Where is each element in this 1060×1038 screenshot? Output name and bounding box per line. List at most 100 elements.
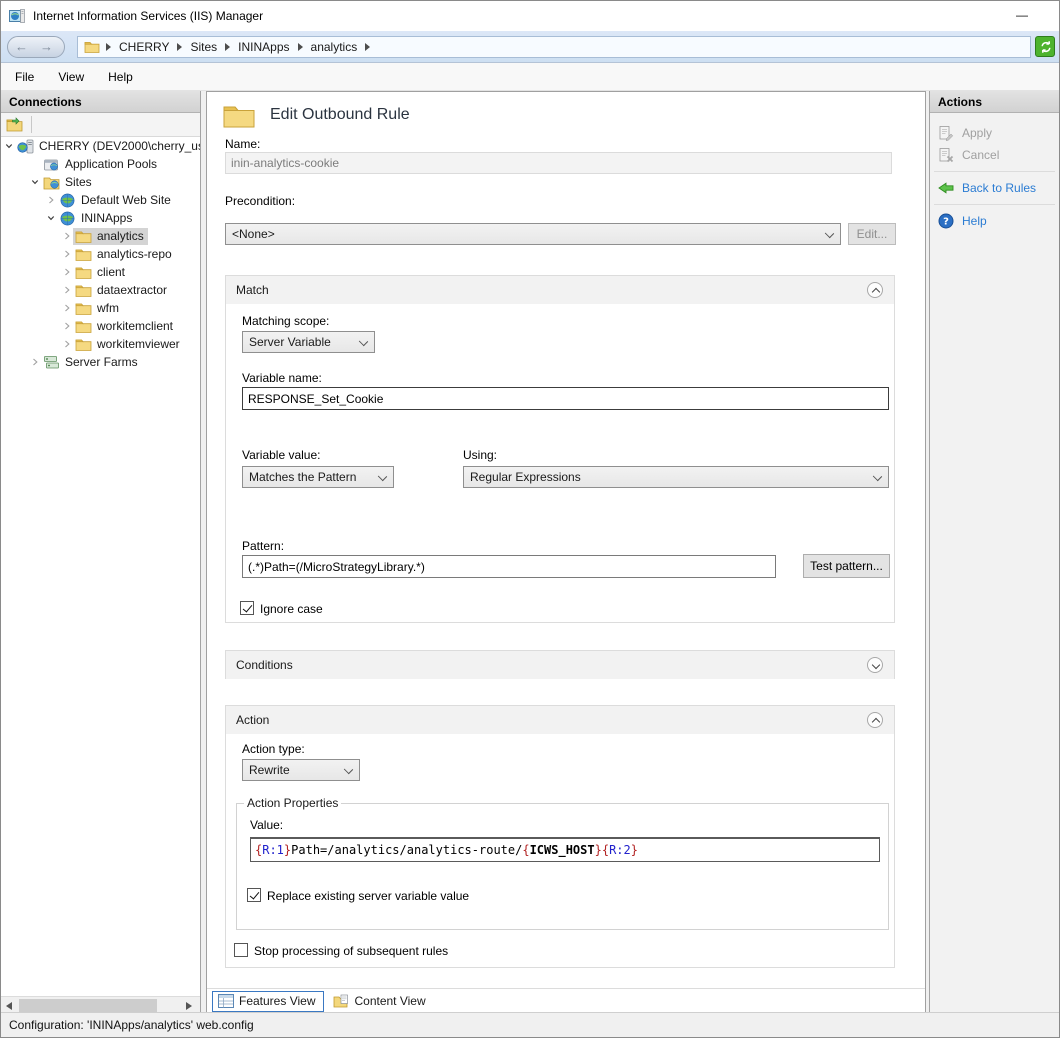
precondition-select[interactable]: <None> <box>225 223 841 245</box>
tree-item-content[interactable]: Default Web Site <box>57 192 175 209</box>
tree-collapsed-chevron-icon[interactable] <box>61 284 73 296</box>
tree-collapsed-chevron-icon[interactable] <box>61 230 73 242</box>
tree-item-content[interactable]: ININApps <box>57 210 136 227</box>
precondition-label: Precondition: <box>225 194 296 208</box>
tree-item-analytics[interactable]: analytics <box>1 227 200 245</box>
pattern-input[interactable] <box>242 555 776 578</box>
scroll-left-icon[interactable] <box>6 1002 12 1010</box>
help-icon: ? <box>938 213 954 229</box>
collapse-chevron-icon[interactable] <box>867 712 883 728</box>
tab-content-view[interactable]: Content View <box>327 991 434 1012</box>
action-label: Help <box>962 214 987 228</box>
matching-scope-select[interactable]: Server Variable <box>242 331 375 353</box>
variable-name-label: Variable name: <box>242 371 322 385</box>
tree-item-default-web-site[interactable]: Default Web Site <box>1 191 200 209</box>
menu-view[interactable]: View <box>46 63 96 91</box>
action-apply: Apply <box>930 123 1059 143</box>
breadcrumb[interactable]: CHERRY Sites ININApps analytics <box>77 36 1031 58</box>
action-type-select[interactable]: Rewrite <box>242 759 360 781</box>
menu-help[interactable]: Help <box>96 63 145 91</box>
value-token: } <box>630 843 638 857</box>
tree-item-content[interactable]: Sites <box>41 174 96 191</box>
tree-item-label: CHERRY (DEV2000\cherry_use <box>39 139 200 153</box>
action-section-header[interactable]: Action <box>226 706 894 734</box>
tree-item-application-pools[interactable]: Application Pools <box>1 155 200 173</box>
using-select[interactable]: Regular Expressions <box>463 466 889 488</box>
tree-item-content[interactable]: workitemviewer <box>73 336 184 353</box>
app-pools-icon <box>43 157 60 172</box>
minimize-button[interactable]: — <box>1007 3 1037 27</box>
tree-collapsed-chevron-icon[interactable] <box>45 194 57 206</box>
folder-icon <box>75 337 92 352</box>
tree-item-content[interactable]: workitemclient <box>73 318 177 335</box>
ignore-case-checkbox[interactable] <box>240 601 254 615</box>
folder-icon <box>75 301 92 316</box>
tree-item-content[interactable]: analytics-repo <box>73 246 176 263</box>
scroll-right-icon[interactable] <box>186 1002 192 1010</box>
tree-item-sites[interactable]: Sites <box>1 173 200 191</box>
tree-chevron-spacer <box>29 158 41 170</box>
tree-collapsed-chevron-icon[interactable] <box>61 320 73 332</box>
tree-expanded-chevron-icon[interactable] <box>3 140 15 152</box>
tree-collapsed-chevron-icon[interactable] <box>61 248 73 260</box>
menu-file[interactable]: File <box>1 63 46 91</box>
breadcrumb-segment-analytics[interactable]: analytics <box>311 40 358 54</box>
value-token: Path=/analytics/analytics-route/ <box>291 843 523 857</box>
tree-item-server-farms[interactable]: Server Farms <box>1 353 200 371</box>
expand-chevron-icon[interactable] <box>867 657 883 673</box>
tree-item-workitemviewer[interactable]: workitemviewer <box>1 335 200 353</box>
tree-item-content[interactable]: Server Farms <box>41 354 142 371</box>
tree-item-content[interactable]: wfm <box>73 300 123 317</box>
replace-variable-checkbox[interactable] <box>247 888 261 902</box>
actions-header: Actions <box>930 91 1059 113</box>
connections-tree: CHERRY (DEV2000\cherry_use Application Po… <box>1 137 200 996</box>
tree-item-label: Sites <box>65 175 92 189</box>
tree-expanded-chevron-icon[interactable] <box>45 212 57 224</box>
variable-name-input[interactable] <box>242 387 889 410</box>
stop-processing-label: Stop processing of subsequent rules <box>254 944 449 958</box>
tree-item-dataextractor[interactable]: dataextractor <box>1 281 200 299</box>
tree-item-content[interactable]: dataextractor <box>73 282 171 299</box>
tree-item-wfm[interactable]: wfm <box>1 299 200 317</box>
value-input[interactable]: {R:1}Path=/analytics/analytics-route/{IC… <box>250 837 880 862</box>
action-back-to-rules[interactable]: Back to Rules <box>930 178 1059 198</box>
tree-collapsed-chevron-icon[interactable] <box>61 302 73 314</box>
value-token: } <box>594 843 602 857</box>
tree-item-ininapps[interactable]: ININApps <box>1 209 200 227</box>
tree-collapsed-chevron-icon[interactable] <box>61 266 73 278</box>
tree-collapsed-chevron-icon[interactable] <box>61 338 73 350</box>
tree-item-content[interactable]: client <box>73 264 129 281</box>
tree-item-label: workitemclient <box>97 319 174 333</box>
restart-icon[interactable] <box>1035 36 1055 57</box>
tree-item-cherry-dev2000-cherry-use[interactable]: CHERRY (DEV2000\cherry_use <box>1 137 200 155</box>
tree-item-analytics-repo[interactable]: analytics-repo <box>1 245 200 263</box>
variable-value-select[interactable]: Matches the Pattern <box>242 466 394 488</box>
tree-item-content[interactable]: CHERRY (DEV2000\cherry_use <box>15 138 200 155</box>
breadcrumb-segment-ininapps[interactable]: ININApps <box>238 40 289 54</box>
stop-processing-checkbox[interactable] <box>234 943 248 957</box>
tree-item-content[interactable]: Application Pools <box>41 156 161 173</box>
action-properties-legend: Action Properties <box>247 796 339 810</box>
tree-collapsed-chevron-icon[interactable] <box>29 356 41 368</box>
tree-expanded-chevron-icon[interactable] <box>29 176 41 188</box>
breadcrumb-arrow-icon <box>297 43 303 51</box>
match-section-header[interactable]: Match <box>226 276 894 304</box>
globe-icon <box>59 211 76 226</box>
test-pattern-button[interactable]: Test pattern... <box>803 554 890 578</box>
status-bar: Configuration: 'ININApps/analytics' web.… <box>1 1012 1059 1037</box>
sites-icon <box>43 175 60 190</box>
breadcrumb-segment-cherry[interactable]: CHERRY <box>119 40 169 54</box>
conditions-section-header[interactable]: Conditions <box>226 651 894 679</box>
back-arrow-icon[interactable]: ← <box>15 39 28 54</box>
breadcrumb-segment-sites[interactable]: Sites <box>190 40 217 54</box>
save-connection-icon[interactable] <box>6 117 23 132</box>
forward-arrow-icon[interactable]: → <box>40 39 53 54</box>
value-token: { <box>522 843 530 857</box>
collapse-chevron-icon[interactable] <box>867 282 883 298</box>
tab-features-view[interactable]: Features View <box>212 990 325 1012</box>
action-help[interactable]: ? Help <box>930 211 1059 231</box>
tree-item-client[interactable]: client <box>1 263 200 281</box>
tree-item-workitemclient[interactable]: workitemclient <box>1 317 200 335</box>
tree-selection[interactable]: analytics <box>73 227 148 245</box>
scroll-thumb[interactable] <box>19 999 157 1013</box>
